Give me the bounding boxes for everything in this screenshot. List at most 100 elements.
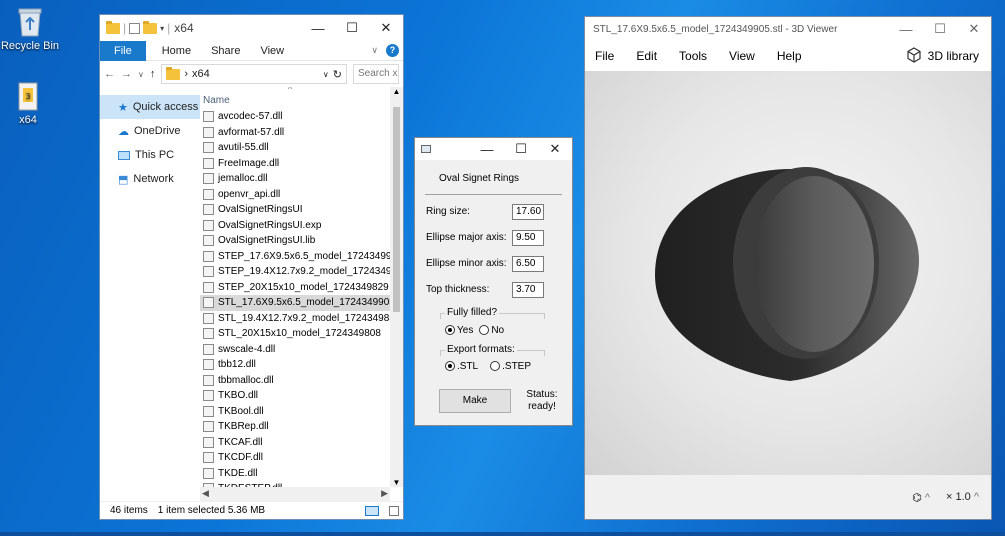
address-dropdown-icon[interactable]: ∨ [323, 70, 329, 79]
file-row[interactable]: TKBO.dll [200, 388, 403, 404]
file-row[interactable]: avcodec-57.dll [200, 109, 403, 125]
top-thickness-label: Top thickness: [426, 284, 490, 295]
radio-stl[interactable]: .STL [445, 361, 478, 372]
menu-tools[interactable]: Tools [679, 49, 707, 63]
file-icon [203, 250, 214, 262]
file-row[interactable]: OvalSignetRingsUI [200, 202, 403, 218]
file-row[interactable]: jemalloc.dll [200, 171, 403, 187]
menu-edit[interactable]: Edit [636, 49, 657, 63]
file-row[interactable]: STEP_19.4X12.7x9.2_model_1724349876 [200, 264, 403, 280]
breadcrumb-x64[interactable]: x64 [192, 68, 319, 80]
tab-view[interactable]: View [250, 45, 294, 57]
file-row[interactable]: STL_20X15x10_model_1724349808 [200, 326, 403, 342]
file-row[interactable]: STEP_17.6X9.5x6.5_model_1724349927 [200, 249, 403, 265]
details-view-icon[interactable] [365, 505, 379, 516]
file-name: avcodec-57.dll [218, 111, 283, 123]
file-row[interactable]: OvalSignetRingsUI.lib [200, 233, 403, 249]
view-mode-button[interactable]: ⌬ ^ [912, 491, 930, 504]
nav-onedrive[interactable]: ☁ OneDrive [100, 119, 200, 143]
file-row[interactable]: TKCDF.dll [200, 450, 403, 466]
file-row[interactable]: tbb12.dll [200, 357, 403, 373]
file-row[interactable]: OvalSignetRingsUI.exp [200, 218, 403, 234]
large-icons-view-icon[interactable] [389, 505, 399, 516]
vertical-scrollbar[interactable]: ▲ ▼ [390, 87, 403, 487]
breadcrumb-chevron-icon: › [184, 68, 189, 80]
file-row[interactable]: STL_19.4X12.7x9.2_model_1724349858 [200, 311, 403, 327]
file-row[interactable]: avutil-55.dll [200, 140, 403, 156]
file-row[interactable]: TKDE.dll [200, 466, 403, 482]
make-button[interactable]: Make [439, 389, 511, 413]
viewer-maximize-button[interactable]: ☐ [923, 21, 957, 37]
forward-icon[interactable]: → [121, 68, 132, 80]
file-row[interactable]: avformat-57.dll [200, 125, 403, 141]
menu-view[interactable]: View [729, 49, 755, 63]
top-thickness-input[interactable]: 3.70 [512, 282, 544, 298]
dialog-maximize-button[interactable]: ☐ [504, 141, 538, 157]
file-row[interactable]: swscale-4.dll [200, 342, 403, 358]
tab-share[interactable]: Share [201, 45, 250, 57]
radio-stl-label: .STL [457, 361, 479, 372]
nav-network[interactable]: ⬒ Network [100, 167, 200, 191]
nav-quick-access[interactable]: ★ Quick access [100, 95, 200, 119]
menu-file[interactable]: File [595, 49, 614, 63]
3d-viewer-window: STL_17.6X9.5x6.5_model_1724349905.stl - … [584, 16, 992, 520]
file-icon [203, 297, 214, 309]
column-header-name[interactable]: Name [200, 87, 403, 109]
tab-home[interactable]: Home [152, 45, 201, 57]
search-input[interactable]: Search x64 [353, 64, 399, 84]
zoom-control[interactable]: × 1.0 ^ [946, 491, 979, 503]
file-row[interactable]: STL_17.6X9.5x6.5_model_1724349905 [200, 295, 403, 311]
radio-step[interactable]: .STEP [490, 361, 531, 372]
back-icon[interactable]: ← [104, 68, 115, 80]
file-row[interactable]: TKBRep.dll [200, 419, 403, 435]
file-icon [203, 390, 214, 402]
viewer-close-button[interactable]: ✕ [957, 21, 991, 37]
scroll-down-icon[interactable]: ▼ [390, 478, 403, 487]
menu-help[interactable]: Help [777, 49, 802, 63]
dialog-close-button[interactable]: ✕ [538, 141, 572, 157]
viewer-minimize-button[interactable]: — [889, 22, 923, 37]
major-axis-input[interactable]: 9.50 [512, 230, 544, 246]
quick-access-dropdown-icon[interactable]: ▾ [160, 24, 164, 33]
up-icon[interactable]: ↑ [150, 68, 156, 80]
cube-icon [906, 46, 922, 66]
address-bar[interactable]: › x64 ∨ ↻ [161, 64, 347, 84]
radio-stl-indicator [445, 361, 455, 372]
file-row[interactable]: TKCAF.dll [200, 435, 403, 451]
radio-yes[interactable]: Yes [445, 325, 473, 336]
dialog-separator [425, 194, 562, 195]
file-row[interactable]: STEP_20X15x10_model_1724349829 [200, 280, 403, 296]
tab-file[interactable]: File [100, 40, 146, 61]
minor-axis-input[interactable]: 6.50 [512, 256, 544, 272]
new-folder-icon[interactable] [143, 20, 158, 34]
file-row[interactable]: tbbmalloc.dll [200, 373, 403, 389]
x64-desktop-icon[interactable]: 3 x64 [0, 82, 58, 126]
maximize-button[interactable]: ☐ [335, 20, 369, 36]
close-button[interactable]: ✕ [369, 20, 403, 36]
file-name: tbb12.dll [218, 359, 256, 371]
help-icon[interactable]: ? [386, 44, 399, 57]
radio-step-label: .STEP [502, 361, 532, 372]
radio-no[interactable]: No [479, 325, 504, 336]
ring-size-input[interactable]: 17.60 [512, 204, 544, 220]
scroll-left-icon[interactable]: ◀ [202, 488, 209, 499]
horizontal-scrollbar[interactable]: ◀ ▶ [200, 487, 390, 501]
recent-dropdown-icon[interactable]: ∨ [138, 70, 144, 79]
nav-this-pc[interactable]: This PC [100, 143, 200, 167]
scrollbar-thumb[interactable] [393, 107, 400, 312]
3d-viewport[interactable] [585, 71, 991, 477]
file-row[interactable]: FreeImage.dll [200, 156, 403, 172]
minimize-button[interactable]: — [301, 21, 335, 36]
file-row[interactable]: openvr_api.dll [200, 187, 403, 203]
dialog-minimize-button[interactable]: — [470, 142, 504, 157]
ribbon-expand-icon[interactable]: ∨ [371, 45, 378, 56]
file-row[interactable]: TKBool.dll [200, 404, 403, 420]
scroll-right-icon[interactable]: ▶ [381, 488, 388, 499]
radio-yes-indicator [445, 325, 455, 336]
3d-library-button[interactable]: 3D library [906, 46, 979, 66]
refresh-icon[interactable]: ↻ [333, 68, 342, 81]
scroll-up-icon[interactable]: ▲ [390, 87, 403, 96]
properties-icon[interactable] [129, 22, 141, 34]
recycle-bin-icon[interactable]: Recycle Bin [0, 4, 60, 52]
viewer-title: STL_17.6X9.5x6.5_model_1724349905.stl - … [593, 23, 838, 35]
